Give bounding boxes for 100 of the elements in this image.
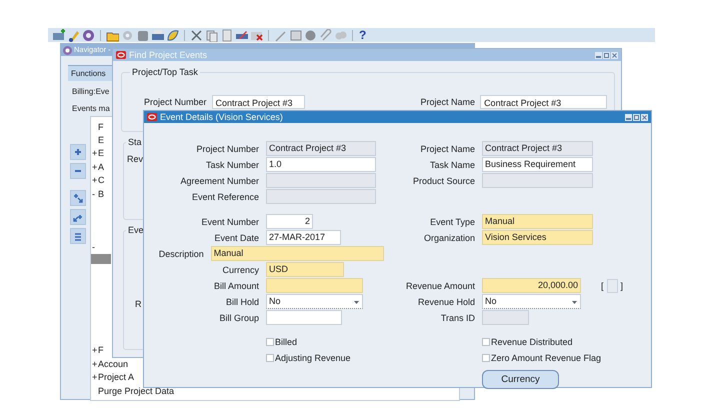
tree-item[interactable]: Purge Project Data bbox=[98, 384, 174, 397]
tree-item[interactable]: F bbox=[98, 344, 104, 356]
bracket-mark: ] bbox=[620, 280, 624, 290]
tree-button[interactable] bbox=[70, 190, 86, 206]
text-field[interactable]: Manual bbox=[210, 246, 384, 261]
minimize-icon[interactable] bbox=[625, 114, 632, 120]
caret-icon bbox=[572, 301, 577, 304]
field-label: Revenue Hold bbox=[416, 296, 475, 306]
tree-item[interactable]: Accoun bbox=[98, 358, 128, 370]
field-label: Project Name bbox=[420, 97, 476, 107]
dropdown[interactable]: No bbox=[482, 294, 581, 309]
checkbox[interactable] bbox=[482, 354, 490, 362]
tree-toggle[interactable]: + bbox=[91, 371, 98, 384]
field-label: Project Number bbox=[195, 144, 259, 154]
tree-item[interactable]: Project A bbox=[98, 371, 134, 384]
app-icon bbox=[116, 51, 126, 59]
arrows-icon bbox=[73, 212, 83, 222]
folder-plus-icon[interactable] bbox=[52, 28, 65, 42]
field-label: Event Date bbox=[213, 232, 259, 242]
field-label: Product Source bbox=[412, 176, 475, 186]
tree-toggle[interactable]: + bbox=[91, 147, 98, 160]
checkbox-label[interactable]: Revenue Distributed bbox=[491, 337, 573, 347]
pen-icon[interactable] bbox=[67, 28, 80, 42]
tab[interactable]: Functions bbox=[68, 65, 112, 81]
close-icon[interactable] bbox=[611, 52, 618, 58]
tree-toggle[interactable]: + bbox=[91, 160, 98, 173]
tree-toggle[interactable]: + bbox=[91, 344, 98, 356]
paperclip-icon[interactable] bbox=[319, 28, 332, 42]
group-title: Sta bbox=[126, 136, 144, 148]
checkbox[interactable] bbox=[266, 354, 274, 362]
window-icon[interactable] bbox=[289, 28, 302, 42]
tree-toggle[interactable]: + bbox=[91, 358, 98, 370]
close-icon[interactable] bbox=[641, 114, 648, 120]
currency-button[interactable]: Currency bbox=[482, 370, 559, 389]
checkbox-label[interactable]: Zero Amount Revenue Flag bbox=[491, 353, 602, 363]
text-field[interactable] bbox=[266, 278, 363, 293]
maximize-icon[interactable] bbox=[603, 52, 610, 58]
checkbox-label[interactable]: Adjusting Revenue bbox=[275, 353, 351, 363]
field-label: Description bbox=[158, 248, 204, 258]
circle-icon[interactable] bbox=[304, 28, 317, 42]
selected-row[interactable] bbox=[91, 254, 111, 264]
minimize-icon[interactable] bbox=[595, 52, 602, 58]
window-title: Event Details (Vision Services) bbox=[160, 111, 283, 123]
tree-item[interactable]: B bbox=[98, 188, 104, 200]
text-field[interactable]: 20,000.00 bbox=[482, 278, 581, 293]
tree-toggle[interactable]: - bbox=[91, 241, 98, 254]
field-label: Bill Group bbox=[218, 312, 259, 322]
text-field[interactable] bbox=[266, 310, 342, 325]
text-field[interactable]: Business Requirement bbox=[482, 157, 593, 172]
text-field[interactable]: Contract Project #3 bbox=[212, 95, 305, 109]
field-label: Rev bbox=[126, 153, 144, 165]
field-label: Event Type bbox=[429, 216, 475, 226]
tree-item[interactable]: E bbox=[98, 147, 104, 160]
field-label: Event Reference bbox=[190, 192, 259, 202]
lines-icon bbox=[73, 231, 83, 241]
field-label: Project Number bbox=[144, 97, 207, 107]
field-label: Task Number bbox=[204, 160, 259, 170]
text-field[interactable]: Contract Project #3 bbox=[480, 95, 608, 109]
dropdown[interactable]: No bbox=[266, 294, 363, 309]
field-label: Bill Hold bbox=[224, 296, 259, 306]
checkbox-label[interactable]: Billed bbox=[275, 337, 298, 347]
text-field[interactable]: USD bbox=[266, 262, 344, 277]
tree-item[interactable]: A bbox=[98, 160, 104, 173]
text-field[interactable] bbox=[606, 278, 618, 292]
tree-button[interactable] bbox=[70, 209, 86, 225]
checkbox[interactable] bbox=[482, 338, 490, 346]
tree-item[interactable]: C bbox=[98, 174, 104, 186]
leaf-icon[interactable] bbox=[166, 28, 179, 42]
group-title: Project/Top Task bbox=[130, 66, 200, 78]
field-label: R bbox=[135, 298, 142, 310]
text-field[interactable]: Manual bbox=[482, 214, 593, 229]
tree-button[interactable] bbox=[70, 163, 86, 179]
text-field[interactable]: Vision Services bbox=[482, 230, 593, 245]
label: Billing:Eve bbox=[71, 86, 110, 98]
bracket-mark: [ bbox=[601, 280, 604, 290]
field-label: Event Number bbox=[200, 216, 259, 226]
field-label: Organization bbox=[422, 232, 475, 242]
tree-button[interactable] bbox=[70, 228, 86, 244]
app-icon bbox=[147, 113, 157, 121]
checkbox[interactable] bbox=[266, 338, 274, 346]
tree-button[interactable] bbox=[70, 144, 86, 160]
window-title: Find Project Events bbox=[129, 49, 208, 61]
tree-item[interactable]: E bbox=[98, 134, 104, 146]
text-field[interactable]: 2 bbox=[266, 214, 313, 229]
pages-icon[interactable] bbox=[205, 28, 218, 42]
tree-toggle[interactable]: - bbox=[91, 188, 98, 200]
field-label: Trans ID bbox=[440, 312, 475, 322]
help-button[interactable]: ? bbox=[359, 28, 366, 42]
text-field[interactable]: 1.0 bbox=[266, 157, 376, 172]
tree-toggle[interactable]: + bbox=[91, 174, 98, 186]
maximize-icon[interactable] bbox=[633, 114, 640, 120]
field-label: Project Name bbox=[419, 144, 475, 154]
field-label: Task Name bbox=[428, 160, 475, 170]
tree-item[interactable]: F bbox=[98, 120, 104, 133]
field-label: Agreement Number bbox=[179, 176, 259, 186]
field-label: Bill Amount bbox=[212, 280, 259, 290]
label: Events ma bbox=[71, 103, 110, 115]
page-icon[interactable] bbox=[220, 28, 233, 42]
plus-icon bbox=[73, 147, 83, 157]
text-field[interactable]: 27-MAR-2017 bbox=[266, 230, 341, 245]
